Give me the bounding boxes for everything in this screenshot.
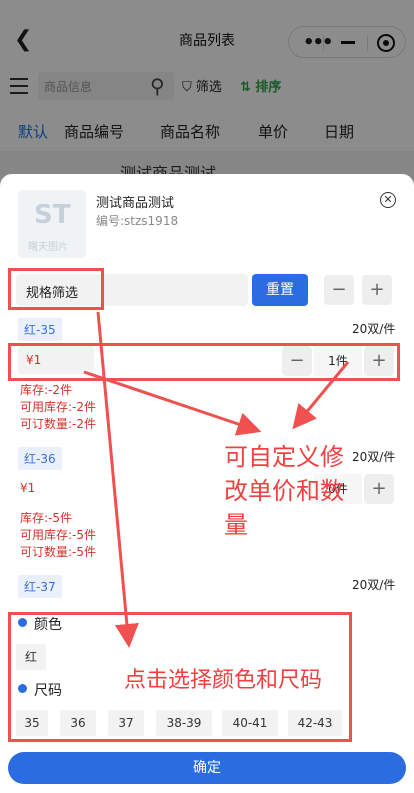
arrow-to-color-size xyxy=(96,311,139,648)
arrow-to-edit-note xyxy=(292,361,350,430)
annotation-arrows xyxy=(83,311,350,648)
